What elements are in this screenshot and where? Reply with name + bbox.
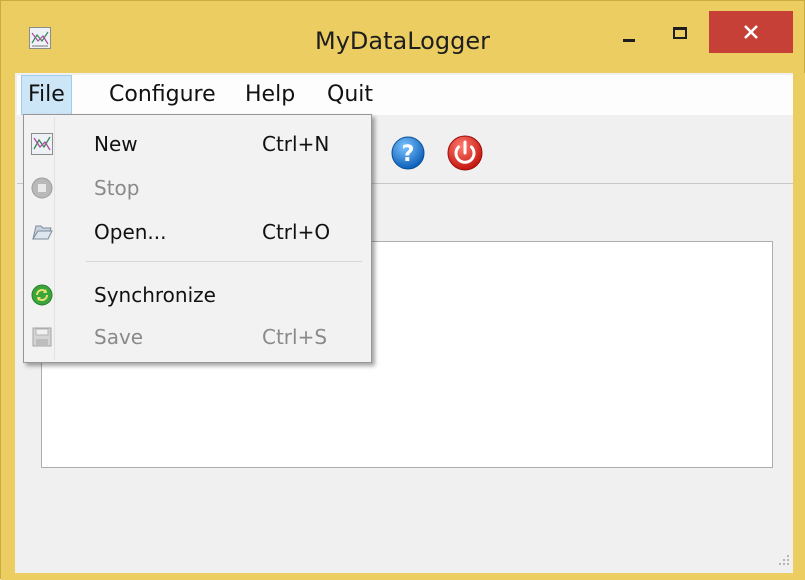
help-icon[interactable]: ? bbox=[388, 133, 428, 173]
menu-item-label: Open... bbox=[94, 220, 167, 244]
resize-grip-icon[interactable] bbox=[777, 553, 791, 567]
window-frame-left bbox=[1, 73, 15, 580]
menu-item-label: Synchronize bbox=[94, 283, 216, 307]
save-icon bbox=[32, 327, 52, 347]
menu-item-new[interactable]: New Ctrl+N bbox=[24, 124, 371, 164]
sync-icon bbox=[31, 284, 53, 306]
close-button[interactable] bbox=[709, 11, 793, 53]
menu-item-shortcut: Ctrl+N bbox=[262, 132, 330, 156]
menu-quit[interactable]: Quit bbox=[321, 75, 379, 115]
minimize-icon bbox=[623, 39, 635, 42]
menu-item-save[interactable]: Save Ctrl+S bbox=[24, 317, 371, 357]
maximize-icon bbox=[673, 27, 687, 39]
menu-item-shortcut: Ctrl+O bbox=[262, 220, 331, 244]
app-window: MyDataLogger File Configure Help Quit ? bbox=[0, 0, 805, 580]
title-bar[interactable]: MyDataLogger bbox=[1, 1, 804, 73]
maximize-button[interactable] bbox=[657, 11, 705, 57]
folder-open-icon bbox=[32, 225, 53, 240]
menu-item-open[interactable]: Open... Ctrl+O bbox=[24, 212, 371, 252]
menu-separator bbox=[86, 261, 362, 262]
menu-item-shortcut: Ctrl+S bbox=[262, 325, 328, 349]
power-icon[interactable] bbox=[445, 133, 485, 173]
close-icon bbox=[744, 25, 758, 39]
menu-item-label: New bbox=[94, 132, 138, 156]
menu-bar: File Configure Help Quit bbox=[17, 75, 793, 115]
stop-icon bbox=[31, 177, 53, 199]
menu-file[interactable]: File bbox=[21, 75, 72, 115]
menu-item-label: Stop bbox=[94, 176, 140, 200]
svg-text:?: ? bbox=[402, 142, 415, 167]
window-frame-right bbox=[793, 73, 805, 580]
file-menu-dropdown: New Ctrl+N Stop Open... Ctrl+O Synchroni… bbox=[23, 114, 372, 363]
menu-item-label: Save bbox=[94, 325, 144, 349]
menu-item-synchronize[interactable]: Synchronize bbox=[24, 275, 371, 315]
menu-help[interactable]: Help bbox=[239, 75, 301, 115]
menu-configure[interactable]: Configure bbox=[103, 75, 222, 115]
minimize-button[interactable] bbox=[605, 11, 653, 57]
menu-item-stop[interactable]: Stop bbox=[24, 168, 371, 208]
chart-icon bbox=[31, 133, 53, 155]
